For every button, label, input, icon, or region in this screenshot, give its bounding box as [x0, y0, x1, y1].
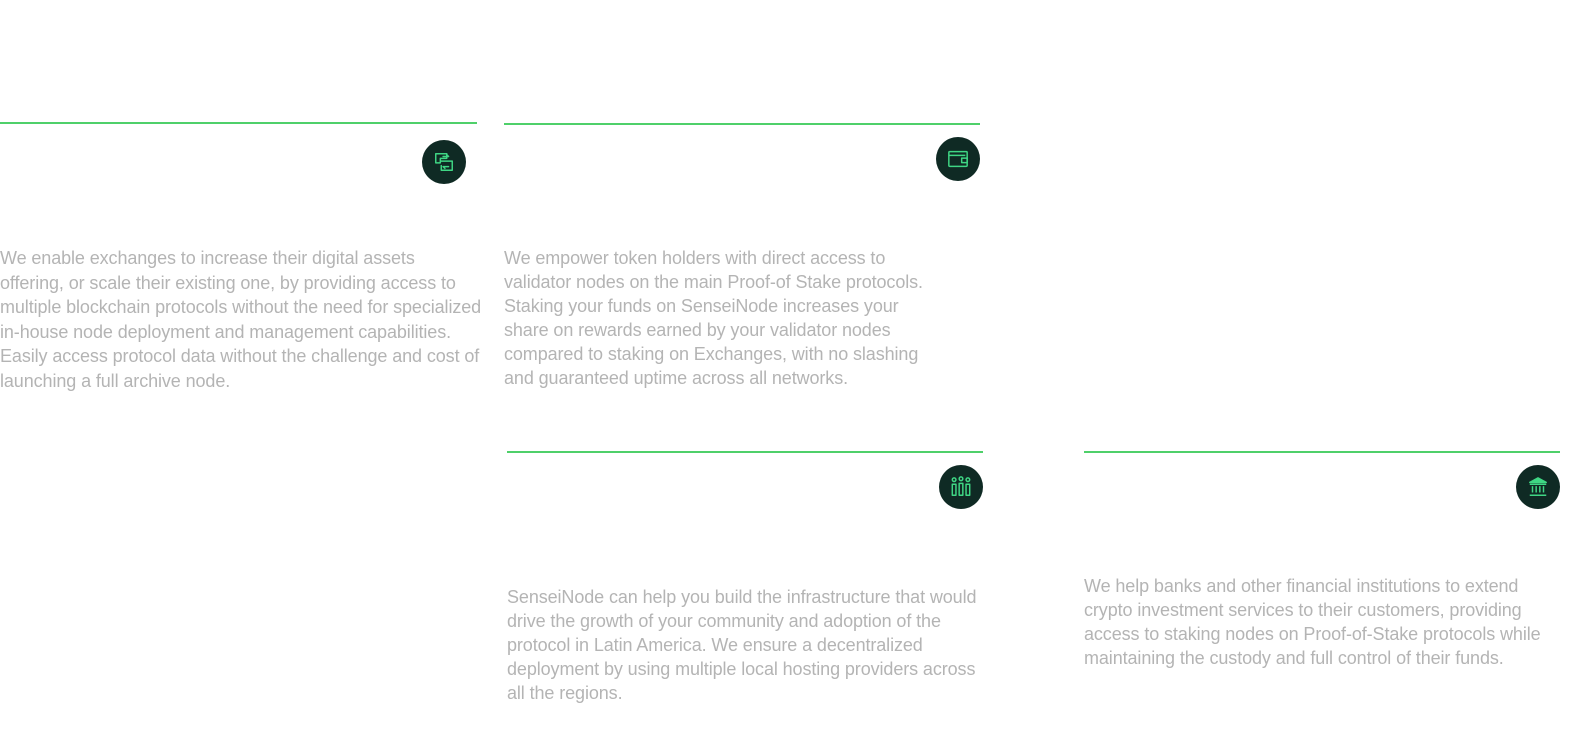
card-icon-badge: [939, 465, 983, 509]
card-icon-badge: [936, 137, 980, 181]
card-divider: [1084, 451, 1560, 453]
card-divider: [0, 122, 477, 124]
card-description: We empower token holders with direct acc…: [504, 248, 923, 388]
card-icon-badge: [422, 140, 466, 184]
card-description: We enable exchanges to increase their di…: [0, 248, 482, 391]
card-description: SenseiNode can help you build the infras…: [507, 587, 977, 703]
card-description: We help banks and other financial instit…: [1084, 576, 1541, 668]
card-icon-badge: [1516, 465, 1560, 509]
card-divider: [507, 451, 983, 453]
service-cards-section: We enable exchanges to increase their di…: [0, 0, 1582, 751]
community-icon: [951, 476, 971, 496]
exchange-icon: [435, 153, 453, 171]
card-divider: [504, 123, 980, 125]
wallet-icon: [948, 150, 968, 168]
bank-icon: [1529, 477, 1547, 496]
